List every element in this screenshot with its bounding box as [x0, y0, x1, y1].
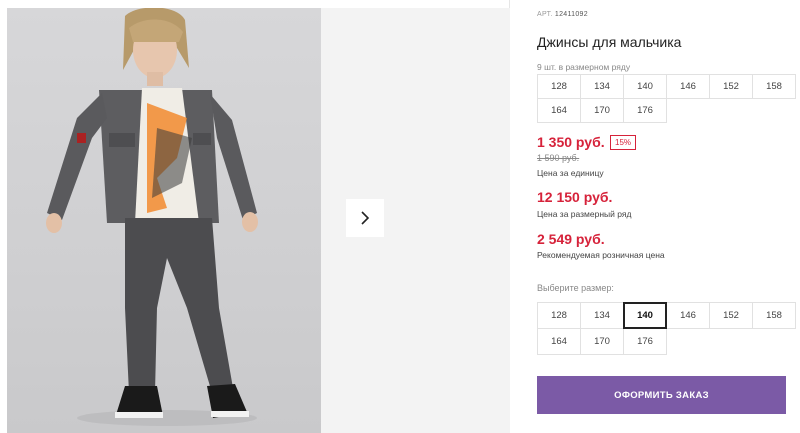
boy-in-denim-image: [46, 8, 258, 426]
retail-price: 2 549 руб.: [537, 231, 605, 247]
size-row-cell: 164: [537, 98, 581, 123]
size-row-cell: 158: [752, 74, 796, 99]
size-row-cell: 128: [537, 74, 581, 99]
product-gallery: [0, 0, 510, 433]
size-option[interactable]: 158: [752, 302, 796, 329]
size-option[interactable]: 128: [537, 302, 581, 329]
place-order-button[interactable]: ОФОРМИТЬ ЗАКАЗ: [537, 376, 786, 414]
size-row-grid: 128 134 140 146 152 158 164 170 176: [537, 74, 800, 123]
article-number: АРТ. 12411092: [537, 11, 588, 18]
article-label: АРТ.: [537, 11, 553, 18]
size-option[interactable]: 134: [580, 302, 624, 329]
size-option[interactable]: 170: [580, 328, 624, 355]
unit-price-caption: Цена за единицу: [537, 168, 604, 178]
size-option[interactable]: 176: [623, 328, 667, 355]
old-price: 1 590 руб.: [537, 153, 580, 163]
size-option[interactable]: 164: [537, 328, 581, 355]
size-row-cell: 134: [580, 74, 624, 99]
size-row-cell: 146: [666, 74, 710, 99]
chevron-right-icon: [361, 211, 370, 225]
size-selector: 128 134 140 146 152 158 164 170 176: [537, 302, 800, 355]
size-option[interactable]: 146: [666, 302, 710, 329]
product-title: Джинсы для мальчика: [537, 34, 682, 50]
article-value: 12411092: [554, 11, 588, 18]
size-row-cell: 140: [623, 74, 667, 99]
choose-size-label: Выберите размер:: [537, 283, 614, 293]
size-row-note: 9 шт. в размерном ряду: [537, 62, 631, 72]
unit-price: 1 350 руб.: [537, 134, 605, 150]
size-row-cell: 152: [709, 74, 753, 99]
row-price: 12 150 руб.: [537, 189, 613, 205]
retail-price-caption: Рекомендуемая розничная цена: [537, 250, 665, 260]
size-option-selected[interactable]: 140: [623, 302, 667, 329]
discount-badge: 15%: [610, 135, 637, 150]
row-price-caption: Цена за размерный ряд: [537, 209, 632, 219]
next-photo-button[interactable]: [346, 199, 384, 237]
size-option[interactable]: 152: [709, 302, 753, 329]
product-photo: [7, 8, 321, 433]
size-row-cell: 176: [623, 98, 667, 123]
size-row-cell: 170: [580, 98, 624, 123]
